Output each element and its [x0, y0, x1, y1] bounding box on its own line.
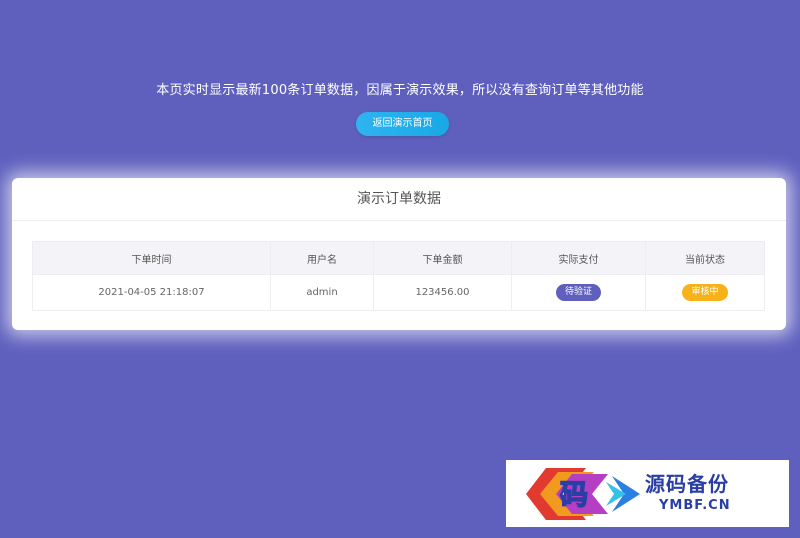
- table-header-row: 下单时间 用户名 下单金额 实际支付 当前状态: [32, 241, 765, 275]
- username-cell: admin: [270, 274, 374, 311]
- column-header-current-status: 当前状态: [645, 241, 765, 275]
- column-header-order-amount: 下单金额: [373, 241, 512, 275]
- orders-table: 下单时间 用户名 下单金额 实际支付 当前状态 2021-04-05 21:18…: [32, 241, 765, 311]
- order-amount-cell: 123456.00: [373, 274, 512, 311]
- watermark-logo-icon: 码: [526, 468, 640, 520]
- status-badge: 审核中: [682, 284, 728, 301]
- watermark-en-text: YMBF.CN: [659, 498, 731, 513]
- payment-badge: 待验证: [555, 284, 601, 301]
- page-notice: 本页实时显示最新100条订单数据，因属于演示效果，所以没有查询订单等其他功能: [156, 83, 644, 98]
- table-row: 2021-04-05 21:18:07 admin 123456.00 待验证 …: [32, 274, 765, 311]
- order-time-cell: 2021-04-05 21:18:07: [32, 274, 271, 311]
- watermark-banner: 码 源码备份 YMBF.CN: [506, 460, 789, 527]
- actual-payment-cell: 待验证: [511, 274, 646, 311]
- watermark-logo-char: 码: [560, 478, 588, 511]
- column-header-order-time: 下单时间: [32, 241, 271, 275]
- column-header-actual-payment: 实际支付: [511, 241, 646, 275]
- back-to-demo-home-button[interactable]: 返回演示首页: [356, 112, 449, 136]
- watermark-cn-text: 源码备份: [645, 472, 729, 496]
- card-title: 演示订单数据: [12, 178, 786, 221]
- column-header-username: 用户名: [270, 241, 374, 275]
- current-status-cell: 审核中: [645, 274, 765, 311]
- orders-card: 演示订单数据 下单时间 用户名 下单金额 实际支付 当前状态 2021-04-0…: [12, 178, 786, 330]
